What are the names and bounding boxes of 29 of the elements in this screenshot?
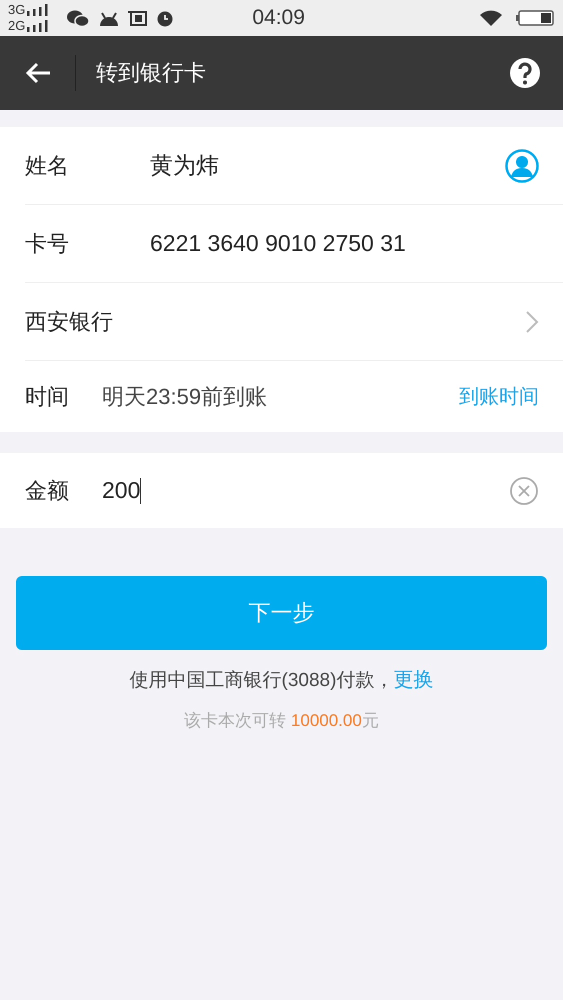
clock-time: 04:09 xyxy=(252,6,306,30)
amount-input[interactable]: 200 xyxy=(102,477,509,504)
field-label: 姓名 xyxy=(25,152,70,180)
battery-icon xyxy=(515,9,555,27)
help-icon xyxy=(509,57,541,89)
network-label: 3G xyxy=(8,2,26,18)
next-button[interactable]: 下一步 xyxy=(16,576,547,650)
contact-icon[interactable] xyxy=(505,148,539,182)
page-title: 转到银行卡 xyxy=(75,55,509,91)
name-value: 黄为炜 xyxy=(150,151,220,180)
help-button[interactable] xyxy=(509,57,541,89)
back-arrow-icon xyxy=(24,61,52,85)
field-label: 时间 xyxy=(25,382,70,410)
change-link[interactable]: 更换 xyxy=(393,669,434,691)
payment-note: 使用中国工商银行(3088)付款， xyxy=(130,670,394,691)
screenshot-icon xyxy=(128,9,148,27)
arrival-time: 明天23:59前到账 xyxy=(102,382,268,410)
limit-text: 该卡本次可转 10000.00元 xyxy=(184,711,379,730)
alarm-icon xyxy=(156,9,174,27)
card-number: 6221 3640 9010 2750 31 xyxy=(150,230,407,257)
wifi-icon xyxy=(479,9,503,27)
field-label: 卡号 xyxy=(25,230,70,258)
chevron-right-icon[interactable] xyxy=(525,310,539,334)
clear-icon[interactable] xyxy=(509,476,539,506)
field-label: 西安银行 xyxy=(25,308,114,336)
chat-icon xyxy=(66,8,90,28)
network-label: 2G xyxy=(8,18,26,34)
field-label: 金额 xyxy=(25,476,70,504)
arrival-time-link[interactable]: 到账时间 xyxy=(459,383,539,410)
